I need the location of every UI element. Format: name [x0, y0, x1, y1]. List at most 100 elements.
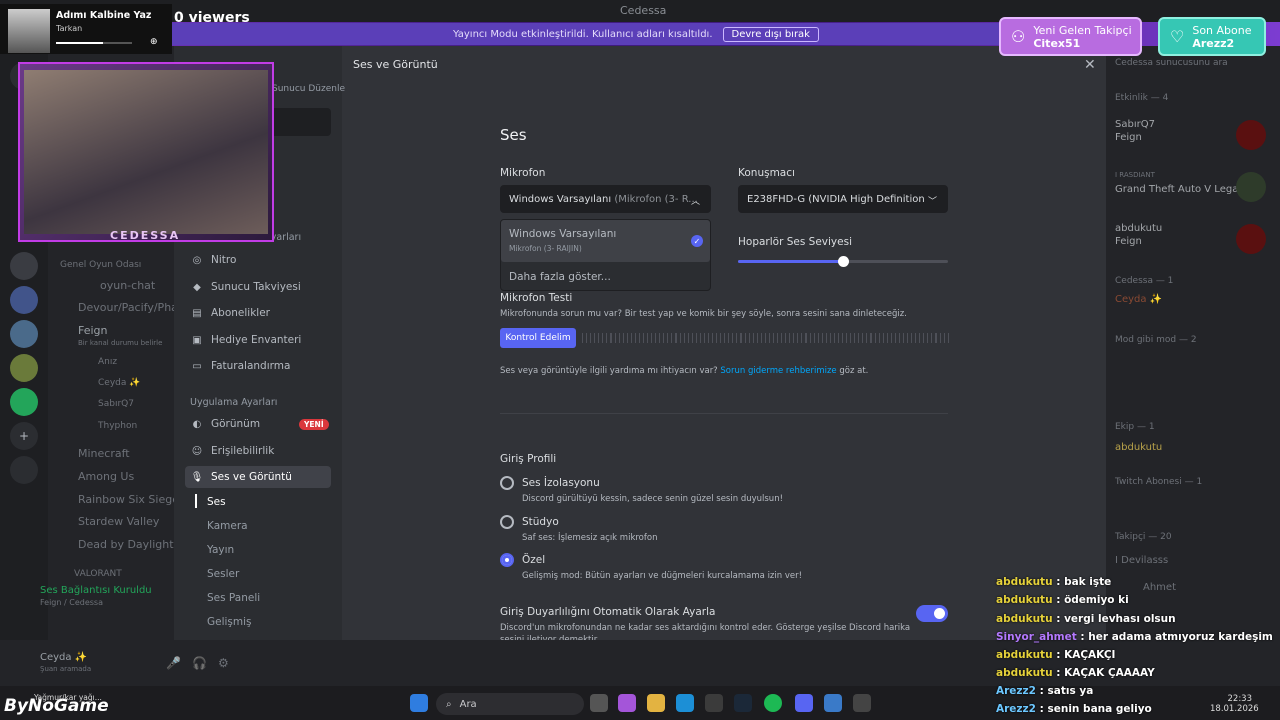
meter-bar	[809, 333, 811, 343]
channel-category[interactable]: Genel Oyun Odası	[60, 260, 141, 270]
server-edit-link[interactable]: Sunucu Düzenle	[272, 84, 345, 94]
notice-text: Yayıncı Modu etkinleştirildi. Kullanıcı …	[453, 28, 713, 40]
sidebar-item-label: Erişilebilirlik	[211, 445, 275, 457]
meter-bar	[947, 333, 949, 343]
spotify-icon[interactable]	[764, 694, 782, 712]
server-icon[interactable]	[10, 320, 38, 348]
meter-bar	[837, 333, 839, 343]
radio-studio[interactable]	[500, 515, 514, 529]
folder-icon[interactable]	[647, 694, 665, 712]
add-server-icon[interactable]: +	[10, 422, 38, 450]
start-icon[interactable]	[410, 694, 428, 712]
channel-category[interactable]: VALORANT	[74, 569, 122, 579]
subitem-voice[interactable]: Ses	[207, 496, 226, 508]
member-section: Takipçi — 20	[1115, 532, 1172, 542]
subitem-camera[interactable]: Kamera	[207, 520, 248, 532]
member-section: Cedessa — 1	[1115, 276, 1174, 286]
meter-bar	[728, 333, 730, 343]
alert-name: Arezz2	[1192, 36, 1235, 50]
sidebar-item-label: Abonelikler	[211, 307, 270, 319]
app-icon[interactable]	[824, 694, 842, 712]
current-user-name[interactable]: Ceyda ✨	[40, 652, 87, 663]
system-clock[interactable]: 22:33 18.01.2026	[1210, 694, 1259, 714]
radio-voice-isolation[interactable]	[500, 476, 514, 490]
steam-icon[interactable]	[734, 694, 752, 712]
subitem-stream[interactable]: Yayın	[207, 544, 234, 556]
server-icon[interactable]	[10, 354, 38, 382]
channel-item[interactable]: Devour/Pacify/Phas	[78, 301, 184, 314]
close-icon[interactable]: ✕	[1084, 57, 1096, 73]
meter-bar	[732, 333, 734, 343]
dropdown-option-default[interactable]	[501, 220, 710, 262]
speaker-select[interactable]: E238FHD-G (NVIDIA High Definition A ﹀	[738, 185, 948, 213]
server-icon[interactable]	[10, 286, 38, 314]
task-view-icon[interactable]	[590, 694, 608, 712]
sidebar-item-gift-inventory[interactable]: ▣ Hediye Envanteri	[185, 329, 331, 351]
meter-bar	[846, 333, 848, 343]
channel-item[interactable]: oyun-chat	[100, 279, 155, 292]
radio-custom[interactable]	[500, 553, 514, 567]
speaker-volume-handle[interactable]	[838, 256, 849, 267]
channel-item[interactable]: Rainbow Six Siege	[78, 493, 179, 506]
member-name[interactable]: abdukutu	[1115, 442, 1162, 453]
member-name[interactable]: Ceyda ✨	[1115, 294, 1162, 305]
sidebar-item-nitro[interactable]: ◎ Nitro	[185, 249, 331, 271]
chat-message: abdukutu : ödemiyo ki	[996, 594, 1129, 606]
member-section: Twitch Abonesi — 1	[1115, 477, 1203, 487]
member-name[interactable]: I RASDIANT	[1115, 171, 1155, 179]
headphones-icon[interactable]: 🎧	[192, 656, 207, 670]
auto-sensitivity-toggle[interactable]	[916, 605, 948, 622]
microphone-select[interactable]: Windows Varsayılanı (Mikrofon (3- R... ︿	[500, 185, 711, 213]
meter-bar	[638, 333, 640, 343]
sidebar-item-accessibility[interactable]: ☺ Erişilebilirlik	[185, 440, 331, 462]
member-name[interactable]: SabırQ7	[1115, 119, 1155, 130]
meter-bar	[691, 333, 693, 343]
chat-message: Sinyor_ahmet : her adama atmıyoruz karde…	[996, 631, 1273, 643]
sidebar-item-server-boost[interactable]: ◆ Sunucu Takviyesi	[185, 276, 331, 298]
subitem-sounds[interactable]: Sesler	[207, 568, 239, 580]
channel-item[interactable]: Dead by Daylight	[78, 538, 174, 551]
sidebar-search[interactable]	[268, 108, 331, 136]
copilot-icon[interactable]	[618, 694, 636, 712]
explore-icon[interactable]	[10, 456, 38, 484]
edge-icon[interactable]	[676, 694, 694, 712]
channel-item[interactable]: Among Us	[78, 470, 134, 483]
member-name[interactable]: abdukutu	[1115, 223, 1162, 234]
sidebar-item-voice-video[interactable]: 🎙 Ses ve Görüntü	[185, 466, 331, 488]
meter-bar	[634, 333, 636, 343]
subitem-advanced[interactable]: Gelişmiş	[207, 616, 252, 628]
member-name[interactable]: I Devilasss	[1115, 555, 1168, 566]
meter-bar	[935, 333, 937, 343]
server-icon[interactable]	[10, 252, 38, 280]
voice-connected-status[interactable]: Ses Bağlantısı Kuruldu	[40, 585, 152, 596]
sidebar-item-subscriptions[interactable]: ▤ Abonelikler	[185, 302, 331, 324]
streamer-mode-notice: Yayıncı Modu etkinleştirildi. Kullanıcı …	[172, 23, 1100, 45]
subscriber-alert: ♡ Son Abone Arezz2	[1158, 17, 1266, 56]
disable-streamer-mode-button[interactable]: Devre dışı bırak	[722, 26, 819, 42]
chat-text: senin bana geliyo	[1047, 703, 1152, 715]
meter-bar	[655, 333, 657, 343]
palette-icon: ◐	[192, 418, 202, 430]
channel-item[interactable]: Minecraft	[78, 447, 130, 460]
discord-icon[interactable]	[795, 694, 813, 712]
sidebar-item-billing[interactable]: ▭ Faturalandırma	[185, 355, 331, 377]
channel-item[interactable]: Stardew Valley	[78, 515, 159, 528]
weather-widget[interactable]: Yağmur/kar yağı...	[34, 693, 102, 702]
subitem-soundboard[interactable]: Ses Paneli	[207, 592, 260, 604]
store-icon[interactable]	[705, 694, 723, 712]
voice-channel-feign[interactable]: Feign	[78, 324, 108, 337]
server-icon[interactable]	[10, 388, 38, 416]
mic-test-button[interactable]: Kontrol Edelim	[500, 328, 576, 348]
mic-level-meter	[582, 333, 949, 343]
meter-bar	[740, 333, 742, 343]
troubleshooting-link[interactable]: Sorun giderme rehberimize	[720, 366, 836, 376]
microphone-icon[interactable]: 🎤	[166, 656, 181, 670]
meter-bar	[716, 333, 718, 343]
speaker-volume-fill	[738, 260, 843, 263]
dropdown-show-more[interactable]: Daha fazla göster...	[509, 271, 611, 283]
gear-icon[interactable]: ⚙	[218, 656, 229, 670]
obs-icon[interactable]	[853, 694, 871, 712]
server-search[interactable]: Cedessa sunucusunu ara	[1115, 58, 1228, 68]
taskbar-search[interactable]: ⌕ Ara	[436, 693, 584, 715]
meter-bar	[667, 333, 669, 343]
